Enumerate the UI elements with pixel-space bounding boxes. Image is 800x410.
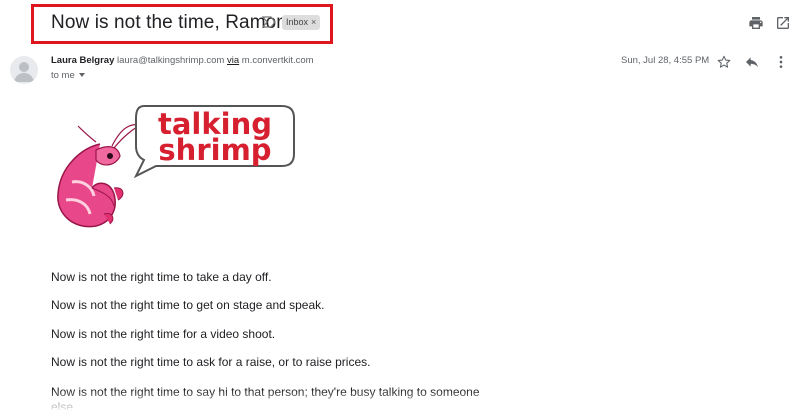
- recipient-details-toggle[interactable]: to me: [51, 70, 85, 81]
- inbox-label-text: Inbox: [286, 17, 309, 27]
- sender-email: laura@talkingshrimp.com: [117, 55, 225, 66]
- talking-shrimp-logo: talking shrimp: [57, 105, 295, 228]
- body-paragraph: Now is not the right time to ask for a r…: [51, 355, 371, 369]
- sender-name[interactable]: Laura Belgray: [51, 55, 114, 66]
- via-domain: m.convertkit.com: [241, 55, 314, 66]
- body-paragraph: Now is not the right time for a video sh…: [51, 327, 276, 341]
- inbox-label-chip[interactable]: Inbox ×: [282, 15, 321, 30]
- sender-avatar[interactable]: [10, 56, 38, 84]
- remove-label-icon[interactable]: ×: [311, 17, 316, 27]
- print-icon[interactable]: [748, 15, 764, 31]
- popout-icon[interactable]: [775, 15, 791, 31]
- importance-icon[interactable]: [262, 16, 276, 28]
- to-me-label: to me: [51, 70, 75, 81]
- bottom-fade: [0, 390, 800, 410]
- sender-line: Laura Belgray laura@talkingshrimp.com vi…: [51, 55, 314, 66]
- email-subject: Now is not the time, Ramona: [51, 12, 298, 33]
- star-icon[interactable]: [716, 54, 732, 70]
- body-paragraph: Now is not the right time to get on stag…: [51, 298, 325, 312]
- body-paragraph: Now is not the right time to take a day …: [51, 270, 272, 284]
- caret-icon: [78, 73, 85, 78]
- subject-bar: Now is not the time, Ramona Inbox ×: [0, 0, 800, 44]
- more-vert-icon[interactable]: [773, 54, 789, 70]
- reply-icon[interactable]: [744, 54, 760, 70]
- avatar-icon: [14, 62, 34, 82]
- logo-text-shrimp: shrimp: [158, 133, 271, 167]
- email-date: Sun, Jul 28, 4:55 PM: [621, 55, 710, 66]
- speech-bubble: talking shrimp: [133, 105, 295, 179]
- via-link[interactable]: via: [227, 55, 239, 66]
